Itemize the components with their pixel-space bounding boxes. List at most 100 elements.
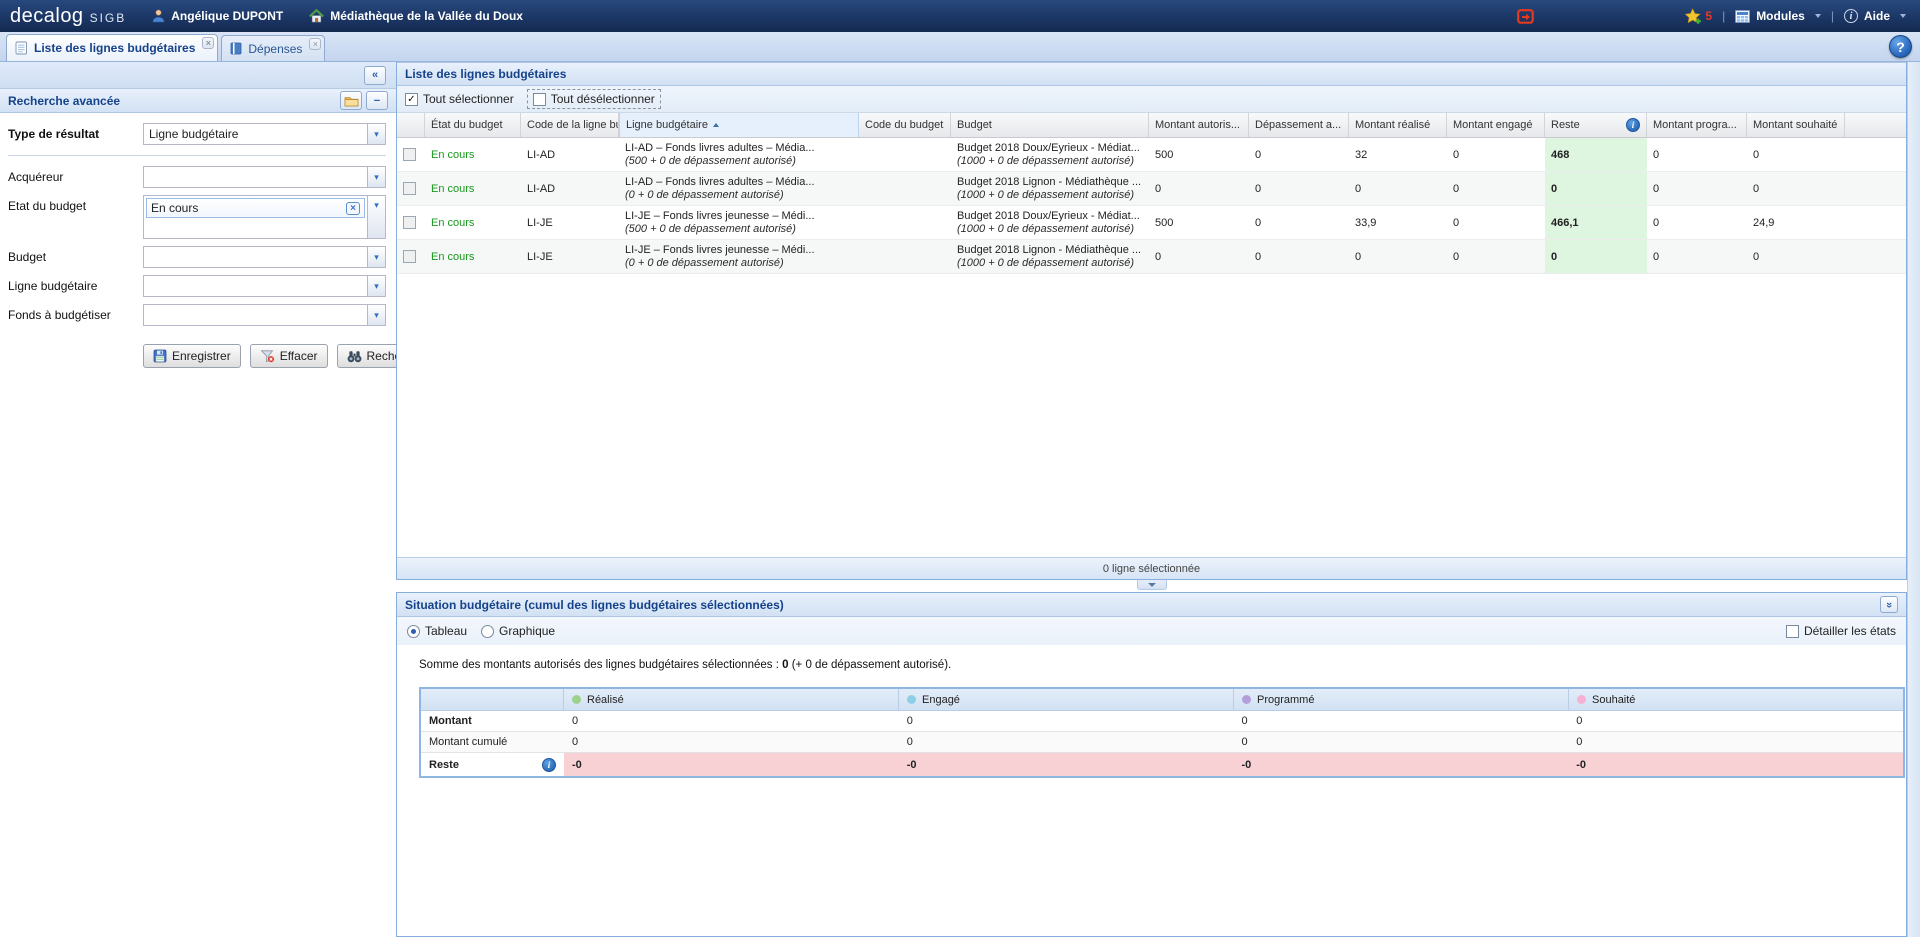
ligne-budgetaire-select[interactable] xyxy=(143,275,386,297)
favorites-count: 5 xyxy=(1705,9,1712,23)
detail-states-checkbox[interactable] xyxy=(1786,625,1799,638)
clear-label: Effacer xyxy=(280,349,318,363)
cell-programme: 0 xyxy=(1647,240,1747,273)
vertical-scrollbar[interactable] xyxy=(1907,62,1920,937)
field-acquereur: Acquéreur xyxy=(8,166,386,188)
table-row[interactable]: En cours LI-AD LI-AD – Fonds livres adul… xyxy=(397,138,1906,172)
table-row[interactable]: En cours LI-AD LI-AD – Fonds livres adul… xyxy=(397,172,1906,206)
col-code-ligne[interactable]: Code de la ligne bu xyxy=(521,113,619,137)
remove-chip-icon[interactable] xyxy=(346,202,360,215)
col-depassement[interactable]: Dépassement a... xyxy=(1249,113,1349,137)
cell-reste: 0 xyxy=(1545,240,1647,273)
col-montant-engage[interactable]: Montant engagé xyxy=(1447,113,1545,137)
current-library[interactable]: Médiathèque de la Vallée du Doux xyxy=(309,9,523,23)
brand-logo: decalog SIGB xyxy=(10,5,126,28)
summary-suffix: (+ 0 de dépassement autorisé). xyxy=(792,659,952,671)
cell-code-budget xyxy=(859,172,951,205)
row-checkbox[interactable] xyxy=(403,216,416,229)
situation-panel: Situation budgétaire (cumul des lignes b… xyxy=(396,592,1907,937)
clear-button[interactable]: Effacer xyxy=(250,344,328,368)
col-montant-realise[interactable]: Montant réalisé xyxy=(1349,113,1447,137)
chevron-down-icon[interactable] xyxy=(367,196,385,238)
cell-realise: 0 xyxy=(1349,172,1447,205)
type-resultat-value: Ligne budgétaire xyxy=(144,127,367,141)
field-fonds-a-budgetiser: Fonds à budgétiser xyxy=(8,304,386,326)
modules-menu[interactable]: Modules xyxy=(1735,9,1821,23)
close-icon[interactable] xyxy=(309,38,321,50)
close-icon[interactable] xyxy=(202,37,214,49)
cell-programme: 0 xyxy=(1647,206,1747,239)
chevron-down-icon[interactable] xyxy=(367,305,385,325)
book-icon xyxy=(230,42,242,55)
detail-states-control[interactable]: Détailler les états xyxy=(1786,624,1896,638)
chevron-down-icon xyxy=(1900,14,1906,18)
save-label: Enregistrer xyxy=(172,349,231,363)
radio-tableau[interactable] xyxy=(407,625,420,638)
row-checkbox[interactable] xyxy=(403,182,416,195)
info-icon[interactable] xyxy=(542,758,556,772)
view-tableau-option[interactable]: Tableau xyxy=(407,624,467,638)
col-souhaite: Souhaité xyxy=(1569,689,1903,710)
tab-bar: Liste des lignes budgétaires Dépenses xyxy=(0,32,1920,62)
col-reste[interactable]: Reste xyxy=(1545,113,1647,137)
chevron-down-icon[interactable] xyxy=(367,276,385,296)
cell-budget: Budget 2018 Doux/Eyrieux - Médiat...(100… xyxy=(951,206,1149,239)
save-button[interactable]: Enregistrer xyxy=(143,344,241,368)
col-montant-programme[interactable]: Montant progra... xyxy=(1647,113,1747,137)
col-montant-souhaite[interactable]: Montant souhaité xyxy=(1747,113,1845,137)
chevron-down-icon[interactable] xyxy=(367,124,385,144)
row-label-wrap: Reste xyxy=(421,753,564,776)
cell-budget: Budget 2018 Lignon - Médiathèque ...(100… xyxy=(951,172,1149,205)
form-buttons: Enregistrer Effacer Rechercher xyxy=(143,344,386,368)
deselect-all-control[interactable]: Tout désélectionner xyxy=(528,90,660,108)
cell-code-budget xyxy=(859,240,951,273)
folder-icon[interactable] xyxy=(340,91,362,110)
help-label: Aide xyxy=(1864,9,1890,23)
select-all-control[interactable]: Tout sélectionner xyxy=(405,92,514,106)
select-all-checkbox[interactable] xyxy=(405,93,418,106)
collapse-down-button[interactable] xyxy=(1880,596,1898,613)
col-code-budget[interactable]: Code du budget xyxy=(859,113,951,137)
search-panel-title: Recherche avancée xyxy=(8,94,120,108)
info-icon[interactable] xyxy=(1626,118,1640,132)
row-checkbox[interactable] xyxy=(403,148,416,161)
collapse-sidebar-button[interactable] xyxy=(364,66,386,85)
tab-liste-lignes-budgetaires[interactable]: Liste des lignes budgétaires xyxy=(6,34,218,61)
budget-select[interactable] xyxy=(143,246,386,268)
view-graphique-option[interactable]: Graphique xyxy=(481,624,555,638)
row-checkbox[interactable] xyxy=(403,250,416,263)
library-name: Médiathèque de la Vallée du Doux xyxy=(330,9,523,23)
acquereur-select[interactable] xyxy=(143,166,386,188)
chevron-down-icon[interactable] xyxy=(367,167,385,187)
notification-icon[interactable] xyxy=(1517,9,1534,24)
col-montant-autorise[interactable]: Montant autoris... xyxy=(1149,113,1249,137)
collapse-handle[interactable] xyxy=(1137,580,1167,590)
col-ligne-budgetaire[interactable]: Ligne budgétaire xyxy=(619,113,859,137)
binoculars-icon xyxy=(347,350,362,363)
cell-programme: 0 xyxy=(1647,138,1747,171)
type-resultat-select[interactable]: Ligne budgétaire xyxy=(143,123,386,145)
cell-budget: Budget 2018 Doux/Eyrieux - Médiat...(100… xyxy=(951,138,1149,171)
ligne-budgetaire-label: Ligne budgétaire xyxy=(8,275,143,293)
cell-souhaite: 24,9 xyxy=(1747,206,1845,239)
collapse-panel-button[interactable] xyxy=(366,91,388,110)
help-menu[interactable]: Aide xyxy=(1844,9,1906,23)
table-row[interactable]: En cours LI-JE LI-JE – Fonds livres jeun… xyxy=(397,240,1906,274)
cell-depassement: 0 xyxy=(1249,172,1349,205)
favorites-widget[interactable]: 5 xyxy=(1684,8,1712,25)
col-budget[interactable]: Budget xyxy=(951,113,1149,137)
engage-dot-icon xyxy=(907,695,916,704)
current-user[interactable]: Angélique DUPONT xyxy=(152,9,283,23)
etat-budget-multiselect[interactable]: En cours xyxy=(143,195,386,239)
chevron-down-icon[interactable] xyxy=(367,247,385,267)
table-row[interactable]: En cours LI-JE LI-JE – Fonds livres jeun… xyxy=(397,206,1906,240)
montant-cumule-row: Montant cumulé 0 0 0 0 xyxy=(421,732,1903,753)
realise-label: Réalisé xyxy=(587,694,624,706)
radio-graphique[interactable] xyxy=(481,625,494,638)
fonds-select[interactable] xyxy=(143,304,386,326)
help-button[interactable] xyxy=(1889,35,1912,58)
cell-code: LI-AD xyxy=(521,172,619,205)
tab-depenses[interactable]: Dépenses xyxy=(221,35,325,61)
col-etat-du-budget[interactable]: État du budget xyxy=(425,113,521,137)
deselect-all-checkbox[interactable] xyxy=(533,93,546,106)
